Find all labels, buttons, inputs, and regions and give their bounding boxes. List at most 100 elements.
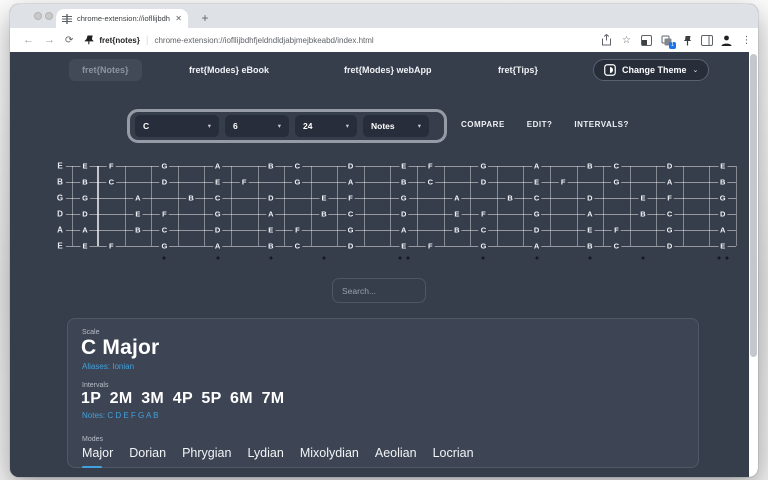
fretboard-note[interactable]: F	[107, 242, 116, 251]
mode-tab-dorian[interactable]: Dorian	[129, 446, 166, 460]
back-icon[interactable]: ←	[23, 34, 34, 46]
forward-icon[interactable]: →	[44, 34, 55, 46]
extension-badged-icon[interactable]: 1	[660, 34, 673, 47]
nav-brand-fretnotes[interactable]: fret{Notes}	[69, 59, 142, 81]
profile-icon[interactable]	[720, 34, 733, 47]
fretboard-note[interactable]: F	[559, 178, 568, 187]
fretboard-note[interactable]: A	[266, 210, 275, 219]
search-input[interactable]	[332, 278, 426, 303]
fretboard-note[interactable]: D	[160, 178, 169, 187]
fretboard-note[interactable]: B	[452, 226, 461, 235]
fretboard-note[interactable]: E	[133, 210, 142, 219]
fretboard-note[interactable]: B	[186, 194, 195, 203]
fretboard-note[interactable]: F	[107, 162, 116, 171]
scale-aliases-link[interactable]: Aliases: Ionian	[82, 362, 134, 371]
fretboard-note[interactable]: D	[346, 242, 355, 251]
fretboard-note[interactable]: C	[213, 194, 222, 203]
pin-icon[interactable]	[680, 34, 693, 47]
fretboard-note[interactable]: D	[80, 210, 89, 219]
fretboard-note[interactable]: B	[505, 194, 514, 203]
fretboard-note[interactable]: G	[479, 242, 489, 251]
fretboard-note[interactable]: E	[718, 162, 727, 171]
fretboard-note[interactable]: G	[292, 178, 302, 187]
fretboard-note[interactable]: B	[319, 210, 328, 219]
fretboard-note[interactable]: C	[293, 242, 302, 251]
compare-button[interactable]: COMPARE	[461, 120, 505, 129]
fretboard-note[interactable]: B	[585, 162, 594, 171]
fretboard-note[interactable]: B	[718, 178, 727, 187]
nav-link-fretmodes-webapp[interactable]: fret{Modes} webApp	[344, 65, 432, 75]
fretboard-note[interactable]: C	[532, 194, 541, 203]
fretboard-note[interactable]: E	[266, 226, 275, 235]
fretboard-note[interactable]: E	[213, 178, 222, 187]
tab-close-icon[interactable]: ✕	[175, 14, 182, 23]
display-mode-select[interactable]: Notes ▾	[363, 115, 429, 137]
fretboard-note[interactable]: G	[160, 162, 170, 171]
fretboard-note[interactable]: A	[399, 226, 408, 235]
fretboard-note[interactable]: G	[213, 210, 223, 219]
fretboard-note[interactable]: E	[585, 226, 594, 235]
fretboard-note[interactable]: B	[133, 226, 142, 235]
fretboard-note[interactable]: A	[213, 162, 222, 171]
fretboard-note[interactable]: G	[479, 162, 489, 171]
fretboard-note[interactable]: F	[240, 178, 249, 187]
fretboard-note[interactable]: G	[665, 226, 675, 235]
fretboard-note[interactable]: F	[160, 210, 169, 219]
fretboard-note[interactable]: B	[585, 242, 594, 251]
new-tab-button[interactable]: +	[196, 9, 214, 27]
fretboard-note[interactable]: B	[266, 162, 275, 171]
fretboard-note[interactable]: E	[638, 194, 647, 203]
fretboard-note[interactable]: E	[532, 178, 541, 187]
change-theme-button[interactable]: Change Theme ⌄	[593, 59, 709, 81]
fretboard-note[interactable]: F	[426, 242, 435, 251]
fret-count-select[interactable]: 24 ▾	[295, 115, 357, 137]
fretboard-note[interactable]: E	[718, 242, 727, 251]
page-scrollbar[interactable]	[749, 52, 758, 477]
fretboard-note[interactable]: E	[80, 242, 89, 251]
fretboard-note[interactable]: F	[346, 194, 355, 203]
intervals-button[interactable]: INTERVALS?	[574, 120, 628, 129]
fretboard-note[interactable]: D	[532, 226, 541, 235]
fretboard-note[interactable]: F	[426, 162, 435, 171]
fretboard-note[interactable]: G	[611, 178, 621, 187]
fretboard-note[interactable]: D	[399, 210, 408, 219]
fretboard-note[interactable]: F	[612, 226, 621, 235]
fretboard-note[interactable]: F	[665, 194, 674, 203]
fretboard-note[interactable]: C	[665, 210, 674, 219]
fretboard-note[interactable]: A	[213, 242, 222, 251]
side-panel-icon[interactable]	[700, 34, 713, 47]
fretboard-note[interactable]: A	[665, 178, 674, 187]
fretboard-note[interactable]: A	[346, 178, 355, 187]
fretboard-note[interactable]: D	[665, 242, 674, 251]
fretboard-note[interactable]: C	[346, 210, 355, 219]
fretboard-note[interactable]: D	[479, 178, 488, 187]
fretboard-note[interactable]: D	[665, 162, 674, 171]
fretboard-note[interactable]: G	[399, 194, 409, 203]
mode-tab-phrygian[interactable]: Phrygian	[182, 446, 231, 460]
mode-tab-aeolian[interactable]: Aeolian	[375, 446, 417, 460]
edit-button[interactable]: EDIT?	[527, 120, 553, 129]
fretboard-note[interactable]: A	[532, 242, 541, 251]
root-note-select[interactable]: C ▾	[135, 115, 219, 137]
scale-notes-link[interactable]: Notes: C D E F G A B	[82, 411, 158, 420]
fretboard-note[interactable]: G	[80, 194, 90, 203]
fretboard-note[interactable]: D	[213, 226, 222, 235]
string-count-select[interactable]: 6 ▾	[225, 115, 289, 137]
nav-link-fretmodes-ebook[interactable]: fret{Modes} eBook	[189, 65, 269, 75]
mode-tab-mixolydian[interactable]: Mixolydian	[300, 446, 359, 460]
bookmark-star-icon[interactable]: ☆	[620, 34, 633, 47]
fretboard-note[interactable]: B	[638, 210, 647, 219]
fretboard-note[interactable]: A	[452, 194, 461, 203]
fretboard-note[interactable]: B	[80, 178, 89, 187]
extension-a-icon[interactable]	[640, 34, 653, 47]
fretboard-note[interactable]: G	[346, 226, 356, 235]
fretboard-note[interactable]: C	[612, 242, 621, 251]
fretboard-note[interactable]: C	[160, 226, 169, 235]
mode-tab-locrian[interactable]: Locrian	[433, 446, 474, 460]
fretboard-note[interactable]: G	[718, 194, 728, 203]
fretboard-note[interactable]: D	[346, 162, 355, 171]
fretboard-note[interactable]: G	[160, 242, 170, 251]
menu-dots-icon[interactable]: ⋮	[740, 34, 753, 47]
fretboard-note[interactable]: A	[718, 226, 727, 235]
fretboard-note[interactable]: A	[532, 162, 541, 171]
